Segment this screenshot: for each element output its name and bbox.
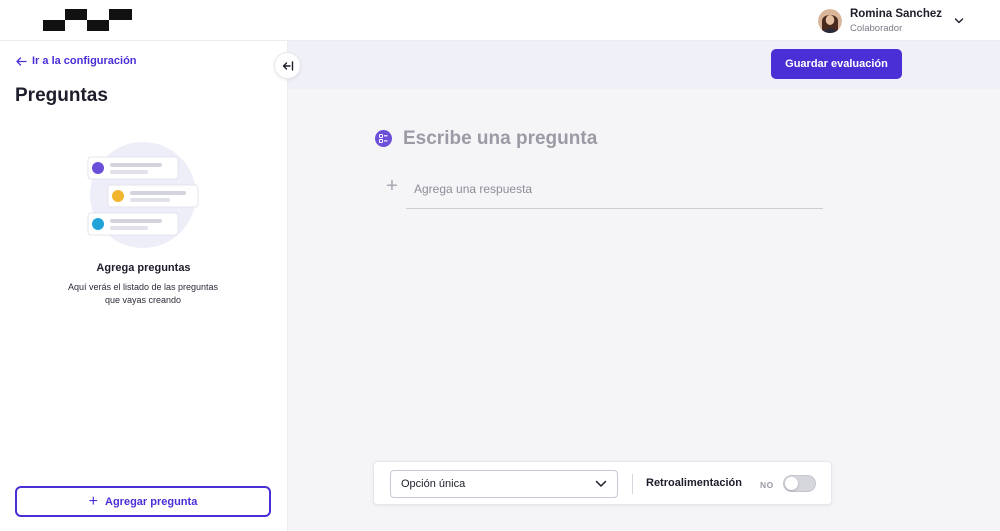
page-title: Preguntas bbox=[15, 85, 108, 106]
add-question-label: Agregar pregunta bbox=[105, 495, 198, 508]
avatar[interactable] bbox=[817, 9, 842, 33]
toggle-knob bbox=[785, 477, 798, 490]
plus-icon: + bbox=[88, 492, 99, 510]
questions-sidebar: Ir a la configuración Preguntas Agrega p… bbox=[0, 41, 288, 531]
back-link-label: Ir a la configuración bbox=[32, 55, 137, 67]
add-question-button[interactable]: + Agregar pregunta bbox=[15, 486, 271, 517]
app-header: Romina Sanchez Colaborador bbox=[0, 0, 1000, 41]
user-role: Colaborador bbox=[849, 23, 903, 34]
feedback-toggle-state: NO bbox=[760, 480, 774, 490]
answer-underline bbox=[406, 208, 823, 209]
brand-logo[interactable] bbox=[43, 9, 132, 31]
answer-input[interactable] bbox=[414, 180, 814, 198]
empty-state-description: Aquí verás el listado de las preguntas q… bbox=[67, 282, 219, 305]
question-type-value: Opción única bbox=[401, 478, 466, 490]
panel-divider bbox=[632, 474, 633, 494]
collapse-sidebar-button[interactable] bbox=[274, 52, 301, 79]
question-type-select[interactable]: Opción única bbox=[390, 470, 618, 498]
question-options-panel: Opción única Retroalimentación NO bbox=[373, 461, 832, 505]
back-to-settings-link[interactable]: Ir a la configuración bbox=[16, 55, 137, 67]
feedback-label: Retroalimentación bbox=[646, 477, 742, 489]
chevron-down-icon bbox=[595, 480, 607, 487]
chevron-down-icon[interactable] bbox=[954, 16, 964, 26]
question-type-icon bbox=[375, 130, 392, 147]
user-menu[interactable]: Romina Sanchez Colaborador bbox=[817, 6, 964, 36]
feedback-toggle[interactable] bbox=[783, 475, 816, 492]
arrow-left-icon bbox=[16, 56, 27, 66]
empty-questions-illustration bbox=[87, 142, 199, 248]
empty-state-title: Agrega preguntas bbox=[96, 262, 191, 274]
save-evaluation-button[interactable]: Guardar evaluación bbox=[771, 49, 902, 79]
user-name: Romina Sanchez bbox=[849, 7, 942, 20]
question-input[interactable] bbox=[403, 126, 803, 152]
collapse-left-icon bbox=[282, 60, 293, 71]
add-answer-icon[interactable]: + bbox=[384, 176, 400, 196]
